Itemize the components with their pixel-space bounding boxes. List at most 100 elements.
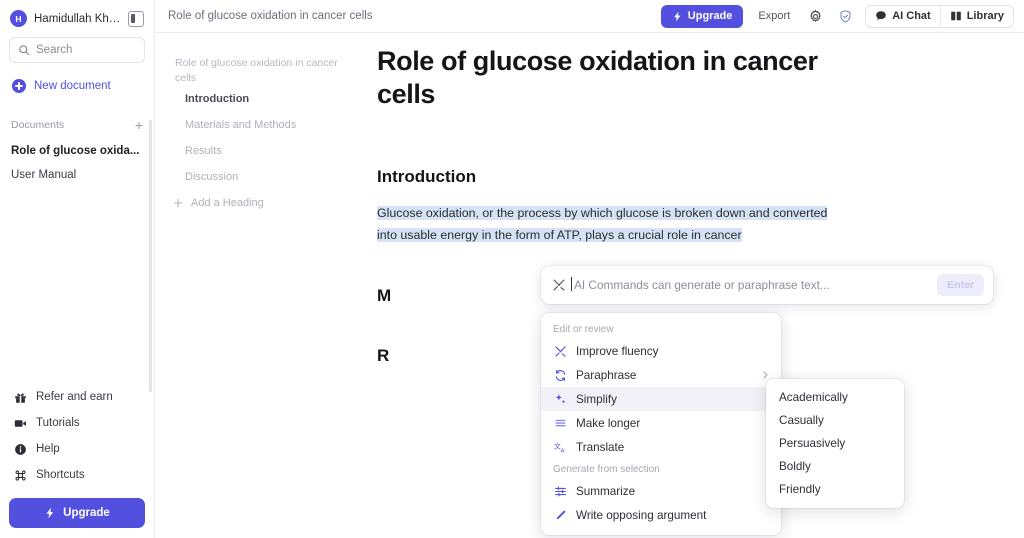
info-icon: [13, 442, 27, 456]
new-document-label: New document: [34, 80, 111, 92]
sidebar-item-label: Help: [36, 443, 60, 455]
sidebar-item-refer-and-earn[interactable]: Refer and earn: [0, 384, 154, 410]
sparkles-icon: [553, 392, 567, 406]
sidebar: H Hamidullah Khan Search New document Do…: [0, 0, 155, 538]
panel-toggle-icon[interactable]: [128, 10, 144, 27]
menu-item-summarize[interactable]: Summarize: [541, 479, 781, 503]
sidebar-item-help[interactable]: Help: [0, 436, 154, 462]
sliders-icon: [553, 484, 567, 498]
enter-button[interactable]: Enter: [937, 274, 984, 296]
heading-introduction: Introduction: [377, 166, 477, 186]
page-title: Role of glucose oxidation in cancer cell…: [377, 46, 818, 109]
outline-item-results[interactable]: Results: [165, 138, 360, 164]
menu-item-paraphrase[interactable]: Paraphrase: [541, 363, 781, 387]
sidebar-scrollbar[interactable]: [149, 120, 152, 392]
gift-icon: [13, 390, 27, 404]
pencil-icon: [553, 508, 567, 522]
lightning-icon: [44, 507, 56, 519]
outline-item-discussion[interactable]: Discussion: [165, 164, 360, 190]
menu-item-simplify[interactable]: Simplify: [541, 387, 781, 411]
submenu-item-casually[interactable]: Casually: [766, 409, 904, 432]
plus-circle-icon: [12, 79, 26, 93]
menu-item-translate[interactable]: 文 A Translate: [541, 435, 781, 459]
user-name: Hamidullah Khan: [34, 12, 121, 25]
sidebar-item-shortcuts[interactable]: Shortcuts: [0, 462, 154, 488]
document-outline: Role of glucose oxidation in cancer cell…: [165, 56, 360, 216]
search-input[interactable]: Search: [9, 37, 145, 63]
translate-icon: 文 A: [553, 440, 567, 454]
menu-item-improve-fluency[interactable]: Improve fluency: [541, 339, 781, 363]
sidebar-item-doc-user-manual[interactable]: User Manual: [0, 163, 154, 187]
lines-icon: [553, 416, 567, 430]
paraphrase-submenu: Academically Casually Persuasively Boldl…: [766, 379, 904, 508]
sidebar-item-label: Tutorials: [36, 417, 80, 429]
submenu-item-friendly[interactable]: Friendly: [766, 478, 904, 501]
menu-item-label: Improve fluency: [576, 344, 659, 358]
chat-bubble-icon: [875, 10, 887, 22]
sidebar-upgrade-label: Upgrade: [63, 507, 110, 519]
selected-text: Glucose oxidation, or the process by whi…: [377, 205, 828, 242]
refresh-icon: [553, 368, 567, 382]
breadcrumb: Role of glucose oxidation in cancer cell…: [168, 10, 373, 22]
outline-item-materials-and-methods[interactable]: Materials and Methods: [165, 112, 360, 138]
ai-command-input[interactable]: AI Commands can generate or paraphrase t…: [570, 277, 929, 292]
magic-wand-icon: [553, 344, 567, 358]
documents-section-label: Documents: [11, 119, 65, 131]
sidebar-item-label: Refer and earn: [36, 391, 113, 403]
menu-section-generate-from-selection: Generate from selection: [553, 464, 660, 475]
avatar: H: [10, 10, 27, 27]
sidebar-item-doc-glucose[interactable]: Role of glucose oxida...: [0, 139, 154, 163]
chevron-right-icon: [761, 371, 770, 380]
library-button[interactable]: Library: [939, 5, 1013, 27]
ai-command-bar[interactable]: AI Commands can generate or paraphrase t…: [541, 266, 993, 304]
search-icon: [18, 44, 30, 56]
sidebar-upgrade-button[interactable]: Upgrade: [9, 498, 145, 528]
menu-item-make-longer[interactable]: Make longer: [541, 411, 781, 435]
add-document-icon[interactable]: +: [135, 118, 143, 132]
command-icon: [13, 468, 27, 482]
submenu-item-boldly[interactable]: Boldly: [766, 455, 904, 478]
sidebar-item-label: Shortcuts: [36, 469, 85, 481]
documents-section-header: Documents +: [0, 118, 154, 132]
new-document-button[interactable]: New document: [0, 75, 154, 97]
library-label: Library: [966, 10, 1004, 22]
menu-item-label: Make longer: [576, 416, 641, 430]
topbar-upgrade-label: Upgrade: [687, 10, 733, 22]
book-icon: [950, 10, 962, 22]
app-window: H Hamidullah Khan Search New document Do…: [0, 0, 1024, 538]
menu-item-label: Summarize: [576, 484, 636, 498]
shield-check-icon[interactable]: [835, 6, 855, 26]
plus-icon: [173, 198, 183, 208]
lightning-icon: [672, 11, 683, 22]
video-camera-icon: [13, 416, 27, 430]
menu-item-label: Paraphrase: [576, 368, 637, 382]
main-area: Role of glucose oxidation in cancer cell…: [155, 0, 1024, 538]
outline-item-introduction[interactable]: Introduction: [165, 86, 360, 112]
menu-section-edit-or-review: Edit or review: [553, 324, 614, 335]
svg-text:A: A: [560, 448, 564, 453]
export-button[interactable]: Export: [753, 10, 795, 22]
magic-wand-icon: [552, 278, 566, 292]
submenu-item-academically[interactable]: Academically: [766, 386, 904, 409]
topbar: Role of glucose oxidation in cancer cell…: [155, 0, 1024, 33]
gear-icon[interactable]: [805, 6, 825, 26]
topbar-segment-group: AI Chat Library: [865, 4, 1014, 28]
sidebar-item-tutorials[interactable]: Tutorials: [0, 410, 154, 436]
submenu-item-persuasively[interactable]: Persuasively: [766, 432, 904, 455]
ai-commands-menu: Edit or review Improve fluency Paraphras…: [541, 313, 781, 535]
document-list: Role of glucose oxida... User Manual: [0, 139, 154, 187]
menu-item-label: Translate: [576, 440, 625, 454]
sidebar-user-row[interactable]: H Hamidullah Khan: [0, 0, 154, 36]
sidebar-bottom-links: Refer and earn Tutorials Help Shortcuts …: [0, 384, 154, 538]
menu-item-label: Simplify: [576, 392, 617, 406]
ai-chat-label: AI Chat: [892, 10, 931, 22]
add-heading-button[interactable]: Add a Heading: [165, 190, 360, 216]
add-heading-label: Add a Heading: [191, 197, 264, 209]
paragraph-intro[interactable]: Glucose oxidation, or the process by whi…: [377, 203, 847, 246]
menu-item-label: Write opposing argument: [576, 508, 707, 522]
menu-item-write-opposing-argument[interactable]: Write opposing argument: [541, 503, 781, 527]
search-placeholder: Search: [36, 44, 73, 56]
ai-chat-button[interactable]: AI Chat: [866, 6, 940, 27]
topbar-upgrade-button[interactable]: Upgrade: [660, 4, 744, 28]
